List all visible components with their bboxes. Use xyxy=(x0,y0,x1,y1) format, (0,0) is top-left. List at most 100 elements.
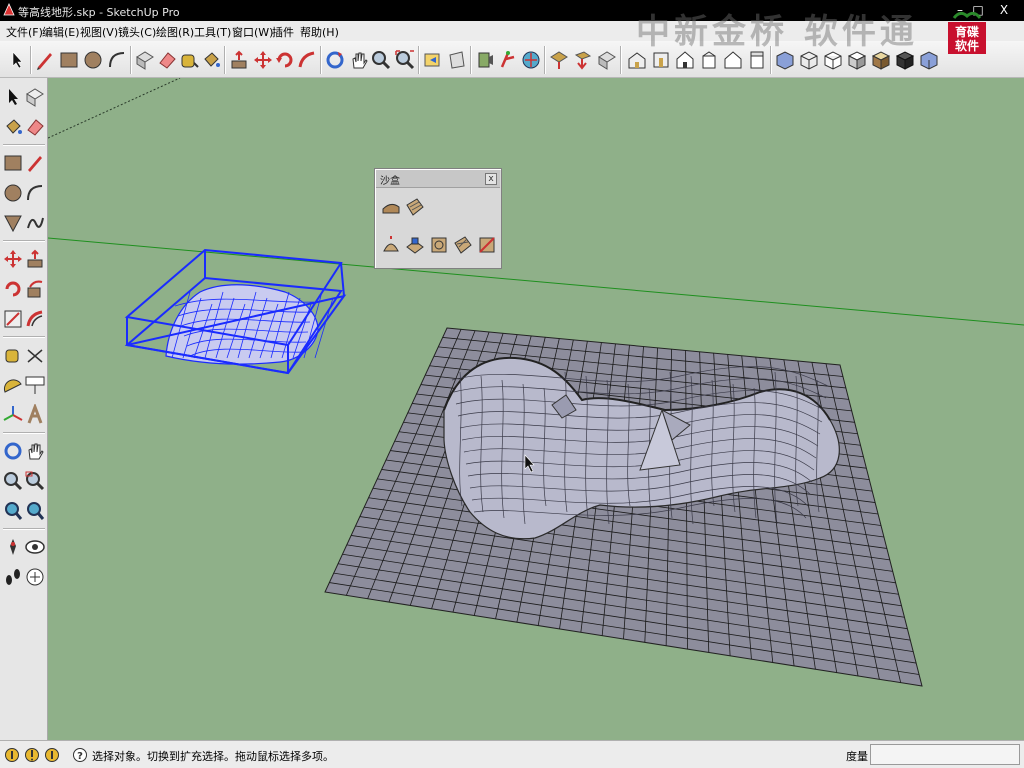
menu-edit[interactable]: 编辑(E) xyxy=(42,24,80,40)
text-tool-icon[interactable] xyxy=(24,374,46,396)
zoom-extents-icon[interactable] xyxy=(2,500,24,522)
menu-camera[interactable]: 镜头(C) xyxy=(118,24,156,40)
smoove-icon[interactable] xyxy=(381,235,401,255)
follow-me-icon[interactable] xyxy=(24,278,46,300)
move-icon[interactable] xyxy=(252,49,274,71)
menu-tools[interactable]: 工具(T) xyxy=(194,24,231,40)
geo-location-icon[interactable] xyxy=(4,747,20,763)
toolbar-separator xyxy=(418,46,420,74)
make-component-icon[interactable] xyxy=(24,86,46,108)
close-button[interactable]: X xyxy=(994,0,1014,20)
display-section-icon[interactable] xyxy=(572,49,594,71)
help-icon[interactable]: ? xyxy=(72,747,88,763)
back-edges-style-icon[interactable] xyxy=(918,49,940,71)
select-tool-icon[interactable] xyxy=(2,86,24,108)
from-contours-icon[interactable] xyxy=(381,197,401,217)
pencil-icon[interactable] xyxy=(34,49,56,71)
add-detail-icon[interactable] xyxy=(453,235,473,255)
zoom-icon[interactable] xyxy=(370,49,392,71)
section-cuts-icon[interactable] xyxy=(596,49,618,71)
tape-measure-icon[interactable] xyxy=(2,344,24,366)
dimension-icon[interactable] xyxy=(24,344,46,366)
rectangle-icon[interactable] xyxy=(2,152,24,174)
offset-icon[interactable] xyxy=(24,308,46,330)
polygon-icon[interactable] xyxy=(2,212,24,234)
logo-badge-icon: 育碟 软件 xyxy=(948,11,986,54)
selected-terrain-group[interactable] xyxy=(124,248,347,375)
circle-icon[interactable] xyxy=(2,182,24,204)
eraser-icon[interactable] xyxy=(156,49,178,71)
logo-line2: 软件 xyxy=(955,38,979,53)
rotate-icon[interactable] xyxy=(274,49,296,71)
rotate-icon[interactable] xyxy=(2,278,24,300)
eraser-icon[interactable] xyxy=(24,116,46,138)
flip-edge-icon[interactable] xyxy=(477,235,497,255)
toolbar-separator xyxy=(470,46,472,74)
3d-text-icon[interactable] xyxy=(24,404,46,426)
select-tool-icon[interactable] xyxy=(6,49,28,71)
section-plane-icon[interactable] xyxy=(548,49,570,71)
watermark-text: 中新金桥 软件通 xyxy=(636,12,918,52)
measurements-input[interactable] xyxy=(870,744,1020,765)
zoom-window-icon[interactable] xyxy=(24,470,46,492)
dotted-axis-line xyxy=(48,78,181,139)
paint-bucket-icon[interactable] xyxy=(2,116,24,138)
sandbox-toolbar-titlebar[interactable]: 沙盒 x xyxy=(376,170,500,188)
rectangle-icon[interactable] xyxy=(58,49,80,71)
toolbar-separator xyxy=(3,240,45,242)
menu-window[interactable]: 窗口(W) xyxy=(232,24,273,40)
model-viewport[interactable] xyxy=(48,78,1024,740)
next-view-icon[interactable] xyxy=(446,49,468,71)
menu-plugins[interactable]: 插件 xyxy=(272,24,294,40)
look-around-icon[interactable] xyxy=(520,49,542,71)
previous-view-icon[interactable] xyxy=(422,49,444,71)
drape-icon[interactable] xyxy=(429,235,449,255)
measurements-label: 度量 xyxy=(846,750,868,763)
push-pull-icon[interactable] xyxy=(228,49,250,71)
position-camera-icon[interactable] xyxy=(474,49,496,71)
pan-hand-icon[interactable] xyxy=(348,49,370,71)
follow-me-icon[interactable] xyxy=(296,49,318,71)
window-title: 等高线地形.skp - SketchUp Pro xyxy=(18,6,180,19)
model-canvas[interactable] xyxy=(48,78,1024,740)
circle-icon[interactable] xyxy=(82,49,104,71)
sandbox-close-button[interactable]: x xyxy=(485,173,497,185)
paint-bucket-icon[interactable] xyxy=(200,49,222,71)
orbit-icon[interactable] xyxy=(324,49,346,71)
menu-draw[interactable]: 绘图(R) xyxy=(156,24,194,40)
previous-view-icon[interactable] xyxy=(24,500,46,522)
position-camera-icon[interactable] xyxy=(2,536,24,558)
user-icon[interactable] xyxy=(44,747,60,763)
freehand-icon[interactable] xyxy=(24,212,46,234)
scale-icon[interactable] xyxy=(2,308,24,330)
zoom-icon[interactable] xyxy=(2,470,24,492)
orbit-icon[interactable] xyxy=(2,440,24,462)
tape-measure-icon[interactable] xyxy=(178,49,200,71)
walk-icon[interactable] xyxy=(2,566,24,588)
toolbar-separator xyxy=(224,46,226,74)
section-plane-icon[interactable] xyxy=(24,566,46,588)
logo-line1: 育碟 xyxy=(955,24,979,39)
arc-icon[interactable] xyxy=(24,182,46,204)
move-icon[interactable] xyxy=(2,248,24,270)
pencil-icon[interactable] xyxy=(24,152,46,174)
sandbox-toolbar-title: 沙盒 xyxy=(380,176,400,187)
pan-hand-icon[interactable] xyxy=(24,440,46,462)
credits-icon[interactable] xyxy=(24,747,40,763)
menu-help[interactable]: 帮助(H) xyxy=(300,24,339,40)
stamp-icon[interactable] xyxy=(405,235,425,255)
left-toolbar xyxy=(0,78,48,740)
push-pull-icon[interactable] xyxy=(24,248,46,270)
status-bar: ? 选择对象。切换到扩充选择。拖动鼠标选择多项。 度量 xyxy=(0,740,1024,768)
menu-view[interactable]: 视图(V) xyxy=(80,24,118,40)
look-around-icon[interactable] xyxy=(24,536,46,558)
walk-icon[interactable] xyxy=(496,49,518,71)
toolbar-separator xyxy=(544,46,546,74)
arc-icon[interactable] xyxy=(106,49,128,71)
menu-file[interactable]: 文件(F) xyxy=(6,24,43,40)
make-component-icon[interactable] xyxy=(134,49,156,71)
protractor-icon[interactable] xyxy=(2,374,24,396)
axes-icon[interactable] xyxy=(2,404,24,426)
zoom-extents-icon[interactable] xyxy=(394,49,416,71)
from-scratch-icon[interactable] xyxy=(405,197,425,217)
